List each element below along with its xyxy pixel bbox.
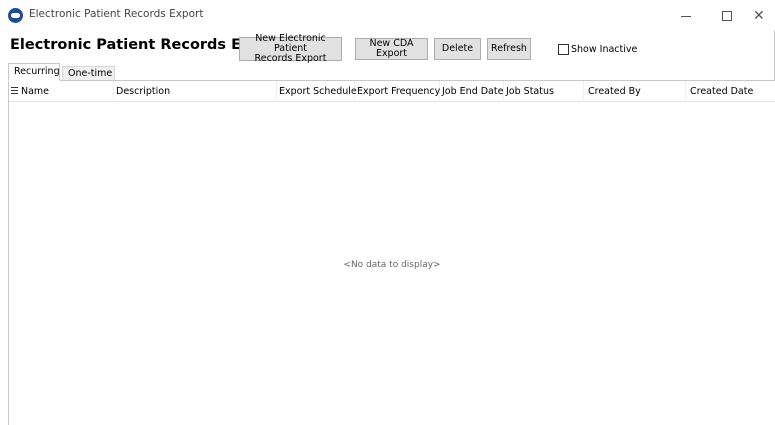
- grid-header: Name Description Export Schedule Export …: [9, 81, 775, 102]
- app-window: Electronic Patient Records Export ✕ Elec…: [0, 0, 775, 425]
- maximize-button[interactable]: [708, 4, 748, 28]
- column-header-export-frequency[interactable]: Export Frequency: [355, 81, 440, 102]
- new-cda-export-button[interactable]: New CDA Export: [355, 38, 428, 60]
- delete-button[interactable]: Delete: [434, 38, 481, 60]
- column-header-job-status[interactable]: Job Status: [504, 81, 584, 102]
- refresh-button[interactable]: Refresh: [487, 38, 531, 60]
- column-header-name[interactable]: Name: [9, 81, 114, 102]
- column-header-label: Name: [21, 86, 50, 97]
- empty-grid-message: <No data to display>: [343, 260, 441, 270]
- column-header-job-end-date[interactable]: Job End Date: [440, 81, 504, 102]
- title-bar: Electronic Patient Records Export ✕: [0, 0, 775, 30]
- column-header-created-date[interactable]: Created Date: [686, 81, 775, 102]
- window-title: Electronic Patient Records Export: [29, 8, 204, 20]
- column-header-created-by[interactable]: Created By: [584, 81, 686, 102]
- show-inactive-label: Show Inactive: [571, 43, 638, 55]
- tab-recurring[interactable]: Recurring: [8, 63, 60, 81]
- column-chooser-icon[interactable]: [11, 86, 18, 96]
- records-grid[interactable]: Name Description Export Schedule Export …: [8, 81, 775, 425]
- close-icon: ✕: [753, 8, 765, 24]
- new-epr-export-label-line2: Records Export: [254, 53, 327, 64]
- new-epr-export-label-line1: New Electronic Patient: [255, 33, 326, 54]
- minimize-button[interactable]: [666, 4, 706, 28]
- minimize-icon: [681, 16, 691, 17]
- tab-strip: Recurring One-time: [8, 63, 775, 81]
- column-header-export-schedule[interactable]: Export Schedule: [277, 81, 357, 102]
- column-header-description[interactable]: Description: [114, 81, 277, 102]
- new-epr-export-button[interactable]: New Electronic Patient Records Export: [239, 33, 342, 64]
- show-inactive-toggle[interactable]: Show Inactive: [558, 42, 637, 56]
- maximize-icon: [722, 11, 732, 21]
- tab-one-time[interactable]: One-time: [62, 66, 115, 81]
- app-logo-icon: [8, 8, 23, 23]
- close-button[interactable]: ✕: [745, 4, 775, 28]
- show-inactive-checkbox[interactable]: [558, 43, 569, 55]
